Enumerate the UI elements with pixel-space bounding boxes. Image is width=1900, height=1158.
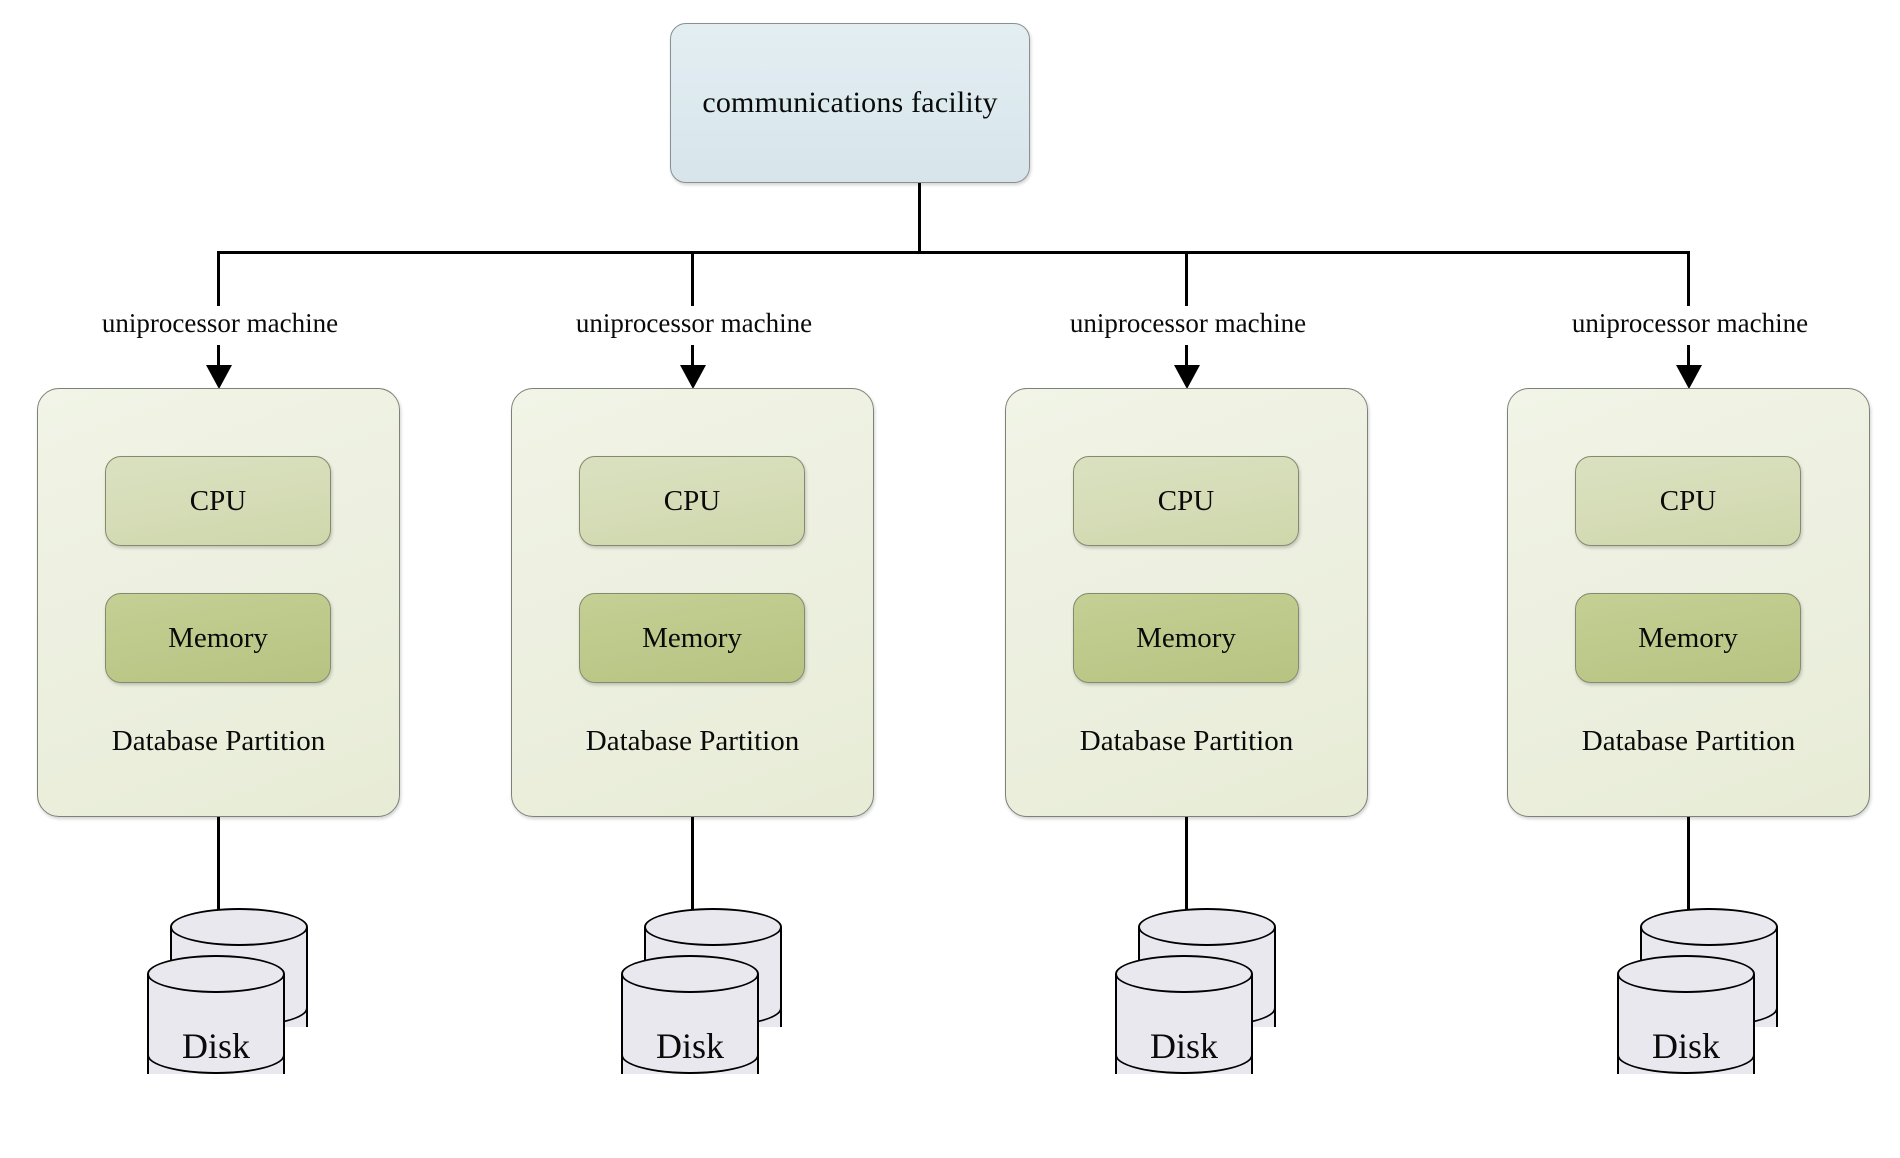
memory-label-3: Memory [1136,621,1236,654]
database-partition-4[interactable]: CPU Memory Database Partition [1507,388,1870,817]
partition-caption-4: Database Partition [1581,725,1796,757]
communications-facility-label: communications facility [702,86,998,119]
cpu-label-1: CPU [189,484,247,517]
memory-node-3[interactable]: Memory [1073,593,1299,683]
memory-node-4[interactable]: Memory [1575,593,1801,683]
disk-group-2[interactable]: Disk [621,908,821,1108]
disk-cylinder-front-4: Disk [1617,955,1755,1093]
communications-facility-node[interactable]: communications facility [670,23,1030,183]
disk-group-3[interactable]: Disk [1115,908,1315,1108]
cpu-label-3: CPU [1157,484,1215,517]
cpu-node-3[interactable]: CPU [1073,456,1299,546]
branch-3-edge-label: uniprocessor machine [1069,308,1307,338]
partition-caption-3: Database Partition [1079,725,1294,757]
cpu-node-1[interactable]: CPU [105,456,331,546]
disk-label-1: Disk [181,1026,250,1066]
cpu-label-2: CPU [663,484,721,517]
memory-node-1[interactable]: Memory [105,593,331,683]
branch-4-arrowhead [1676,365,1702,389]
trunk-line [918,183,921,253]
branch-3-drop-line [1185,251,1188,306]
partition-caption-1: Database Partition [111,725,326,757]
branch-1-arrowhead [206,365,232,389]
branch-4-edge-label: uniprocessor machine [1571,308,1809,338]
partition-caption-2: Database Partition [585,725,800,757]
disk-cylinder-front-1: Disk [147,955,285,1093]
branch-2-edge-label: uniprocessor machine [575,308,813,338]
disk-group-4[interactable]: Disk [1617,908,1817,1108]
memory-label-4: Memory [1638,621,1738,654]
disk-cylinder-front-3: Disk [1115,955,1253,1093]
branch-4-drop-line [1687,251,1690,306]
database-partition-3[interactable]: CPU Memory Database Partition [1005,388,1368,817]
memory-node-2[interactable]: Memory [579,593,805,683]
cpu-node-4[interactable]: CPU [1575,456,1801,546]
disk-label-3: Disk [1149,1026,1218,1066]
branch-2-arrowhead [680,365,706,389]
branch-1-edge-label: uniprocessor machine [101,308,339,338]
branch-3-arrowhead [1174,365,1200,389]
disk-label-2: Disk [655,1026,724,1066]
disk-group-1[interactable]: Disk [147,908,347,1108]
cpu-node-2[interactable]: CPU [579,456,805,546]
branch-2-drop-line [691,251,694,306]
bus-line [218,251,1690,254]
branch-1-drop-line [217,251,220,306]
database-partition-2[interactable]: CPU Memory Database Partition [511,388,874,817]
cpu-label-4: CPU [1659,484,1717,517]
diagram-canvas: communications facility uniprocessor mac… [0,0,1900,1158]
memory-label-1: Memory [168,621,268,654]
database-partition-1[interactable]: CPU Memory Database Partition [37,388,400,817]
disk-cylinder-front-2: Disk [621,955,759,1093]
memory-label-2: Memory [642,621,742,654]
disk-label-4: Disk [1651,1026,1720,1066]
